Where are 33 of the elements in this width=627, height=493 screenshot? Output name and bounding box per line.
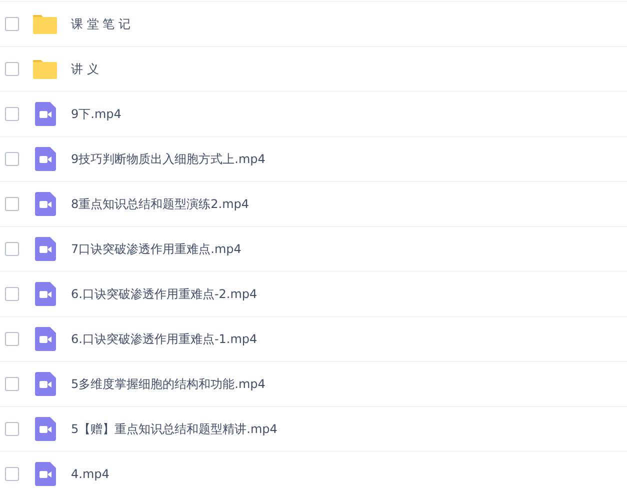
- video-file-icon: [34, 147, 56, 171]
- video-file-icon: [34, 372, 56, 396]
- folder-icon: [32, 14, 58, 34]
- checkbox[interactable]: [5, 107, 19, 121]
- file-name[interactable]: 讲 义: [71, 60, 99, 78]
- folder-icon: [32, 58, 58, 80]
- file-name[interactable]: 6.口诀突破渗透作用重难点-2.mp4: [71, 286, 258, 302]
- file-name[interactable]: 9技巧判断物质出入细胞方式上.mp4: [71, 150, 266, 168]
- checkbox[interactable]: [5, 467, 19, 481]
- video-file-icon: [34, 462, 56, 486]
- checkbox[interactable]: [5, 377, 19, 391]
- file-name[interactable]: 6.口诀突破渗透作用重难点-1.mp4: [71, 330, 258, 348]
- video-file-icon: [34, 327, 56, 351]
- checkbox[interactable]: [5, 332, 19, 346]
- checkbox[interactable]: [5, 152, 19, 166]
- video-file-icon: [34, 192, 56, 216]
- video-file-icon: [34, 417, 56, 441]
- checkbox[interactable]: [5, 17, 19, 31]
- file-name[interactable]: 7口诀突破渗透作用重难点.mp4: [71, 240, 242, 258]
- checkbox[interactable]: [5, 287, 19, 301]
- file-name[interactable]: 4.mp4: [71, 467, 110, 481]
- checkbox[interactable]: [5, 62, 19, 76]
- file-name[interactable]: 5多维度掌握细胞的结构和功能.mp4: [71, 376, 266, 392]
- file-name[interactable]: 9下.mp4: [71, 106, 122, 122]
- video-file-icon: [34, 282, 56, 306]
- checkbox[interactable]: [5, 422, 19, 436]
- file-name[interactable]: 5【赠】重点知识总结和题型精讲.mp4: [71, 420, 278, 438]
- video-file-icon: [34, 102, 56, 126]
- file-name[interactable]: 8重点知识总结和题型演练2.mp4: [71, 196, 250, 212]
- checkbox[interactable]: [5, 197, 19, 211]
- file-name[interactable]: 课 堂 笔 记: [71, 16, 130, 32]
- video-file-icon: [34, 237, 56, 261]
- checkbox[interactable]: [5, 242, 19, 256]
